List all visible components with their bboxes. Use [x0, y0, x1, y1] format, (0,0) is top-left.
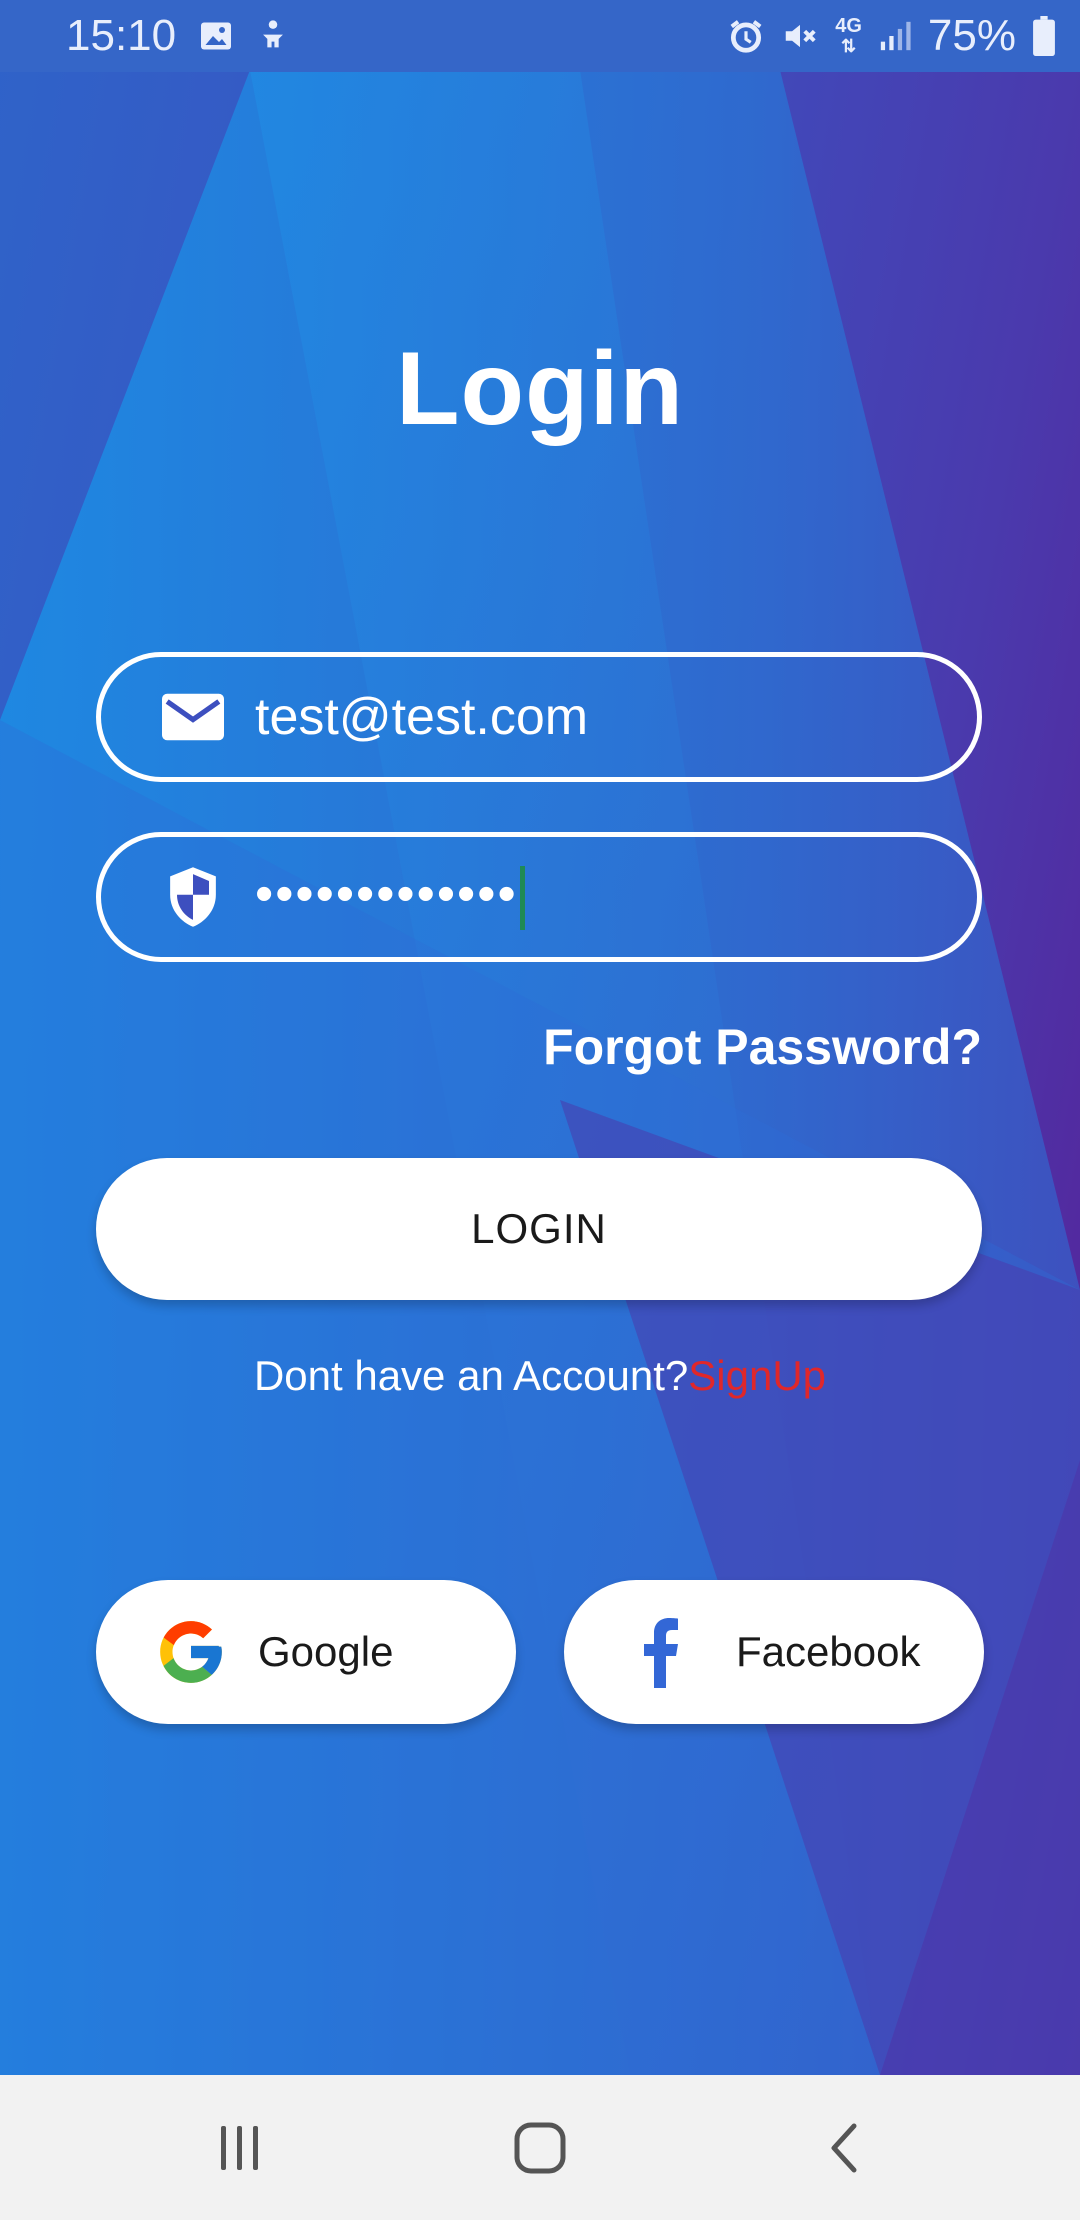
facebook-icon: [640, 1615, 680, 1689]
shield-icon: [161, 865, 225, 929]
signup-row: Dont have an Account?SignUp: [0, 1352, 1080, 1400]
battery-icon: [1032, 16, 1056, 56]
status-bar: 15:10 4G ⇅ 75%: [0, 0, 1080, 72]
network-4g-icon: 4G ⇅: [835, 15, 862, 56]
google-icon: [154, 1615, 228, 1689]
facebook-login-button[interactable]: Facebook: [564, 1580, 984, 1724]
battery-percent: 75%: [927, 11, 1016, 60]
status-time: 15:10: [66, 11, 177, 60]
signal-icon: [878, 19, 912, 53]
alarm-icon: [727, 17, 765, 55]
back-chevron-icon: [831, 2123, 857, 2173]
recent-apps-icon: [221, 2126, 258, 2170]
email-icon: [161, 685, 225, 749]
accessibility-icon: [256, 17, 290, 55]
password-value: •••••••••••••: [255, 864, 525, 930]
recent-apps-button[interactable]: [200, 2111, 280, 2185]
back-button[interactable]: [804, 2111, 884, 2185]
text-caret: [519, 865, 525, 930]
signup-link[interactable]: SignUp: [688, 1352, 826, 1399]
password-field[interactable]: •••••••••••••: [96, 832, 982, 962]
system-nav-bar: [0, 2075, 1080, 2220]
image-icon: [198, 18, 234, 54]
email-field[interactable]: test@test.com: [96, 652, 982, 782]
home-icon: [514, 2122, 566, 2174]
home-button[interactable]: [500, 2111, 580, 2185]
signup-prompt: Dont have an Account?: [253, 1352, 689, 1399]
login-button[interactable]: LOGIN: [96, 1158, 982, 1300]
forgot-password-link[interactable]: Forgot Password?: [543, 1018, 982, 1076]
facebook-label: Facebook: [736, 1628, 921, 1675]
mute-icon: [781, 17, 819, 55]
email-value: test@test.com: [255, 688, 589, 746]
google-login-button[interactable]: Google: [96, 1580, 516, 1724]
page-title: Login: [395, 331, 684, 447]
google-label: Google: [258, 1628, 394, 1675]
